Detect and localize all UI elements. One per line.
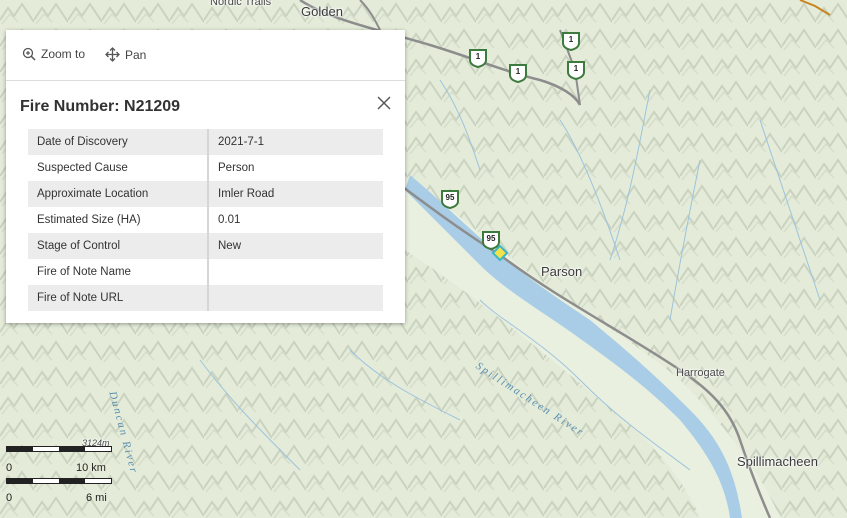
scale-km-zero: 0 [6, 462, 13, 474]
table-row: Fire of Note URL [28, 285, 383, 311]
attribute-label: Suspected Cause [28, 155, 209, 181]
zoom-to-button[interactable]: Zoom to [22, 47, 85, 61]
close-icon[interactable] [377, 96, 391, 110]
highway-95-shield: 95 [440, 189, 460, 209]
scale-km-bar [6, 446, 112, 456]
attribute-label: Fire of Note Name [28, 259, 209, 285]
attribute-value: 0.01 [218, 214, 241, 226]
scale-mi-label: 6 mi [86, 492, 107, 504]
highway-1-shield: 1 [561, 31, 581, 51]
place-harrogate: Harrogate [676, 367, 725, 379]
attribute-value: New [208, 233, 383, 259]
zoom-in-icon [22, 47, 36, 61]
scale-mi-bar [6, 478, 112, 488]
table-row: Suspected Cause Person [28, 155, 383, 181]
scale-km-label: 10 km [76, 462, 106, 474]
zoom-to-label: Zoom to [41, 47, 86, 61]
table-row: Stage of Control New [28, 233, 383, 259]
attribute-value [208, 285, 383, 311]
attribute-label: Estimated Size (HA) [28, 207, 209, 233]
table-row: Estimated Size (HA) 0.01 [28, 207, 383, 233]
attribute-label: Approximate Location [28, 181, 209, 207]
popup-title: Fire Number: N21209 [20, 98, 181, 115]
pan-button[interactable]: Pan [105, 47, 146, 62]
fire-info-popup: Zoom to Pan Fire Number: N21209 Date of … [6, 30, 405, 323]
scale-mi-zero: 0 [6, 492, 13, 504]
place-nordic-trails: Nordic Trails [210, 0, 272, 8]
attribute-value: 2021-7-1 [208, 129, 383, 155]
highway-1-shield: 1 [508, 63, 528, 83]
attribute-label: Date of Discovery [28, 129, 209, 155]
popup-actions: Zoom to Pan [6, 30, 405, 81]
pan-label: Pan [125, 47, 147, 62]
attribute-value: Imler Road [208, 181, 383, 207]
attribute-value: Person [218, 162, 255, 174]
highway-1-shield: 1 [468, 48, 488, 68]
pan-icon [105, 47, 120, 62]
attribute-label: Fire of Note URL [28, 285, 209, 311]
attribute-value [208, 259, 383, 285]
place-spillimacheen: Spillimacheen [737, 454, 818, 469]
place-parson: Parson [541, 264, 583, 279]
table-row: Fire of Note Name [28, 259, 383, 285]
table-row: Date of Discovery 2021-7-1 [28, 129, 383, 155]
table-row: Approximate Location Imler Road [28, 181, 383, 207]
place-golden: Golden [301, 4, 343, 19]
highway-1-shield: 1 [566, 60, 586, 80]
highway-95-shield: 95 [481, 230, 501, 250]
attribute-label: Stage of Control [28, 233, 209, 259]
fire-attributes-table: Date of Discovery 2021-7-1 Suspected Caus… [28, 129, 383, 311]
